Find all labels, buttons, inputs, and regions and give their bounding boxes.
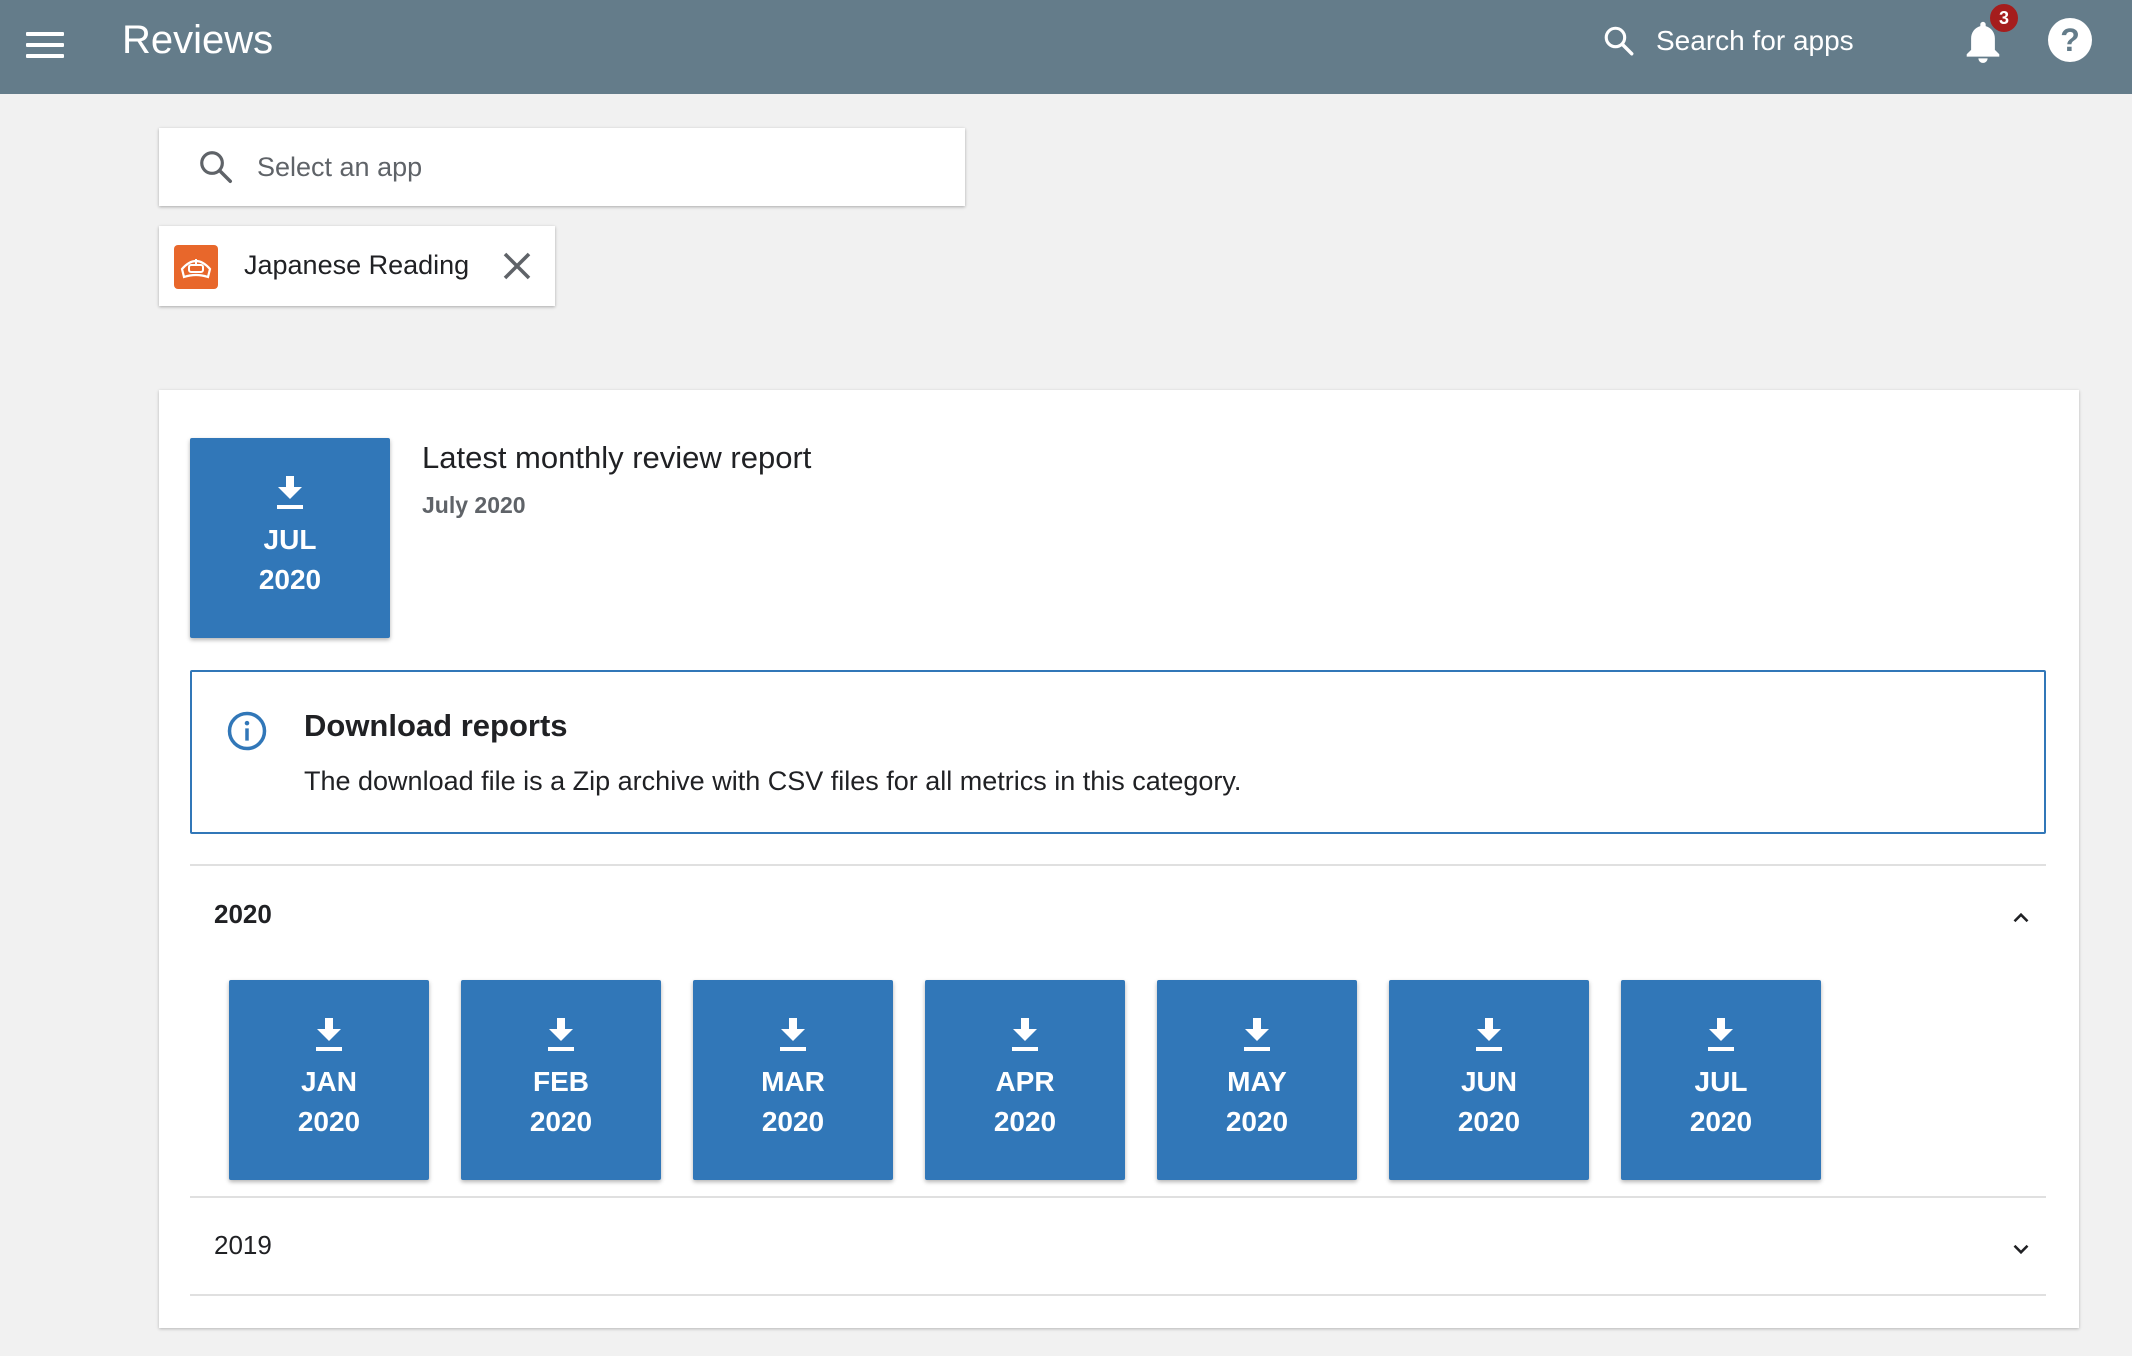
- selected-app-chip: Japanese Reading: [159, 226, 555, 306]
- download-info-banner: Download reports The download file is a …: [190, 670, 2046, 834]
- divider: [190, 864, 2046, 866]
- tile-month: JUN: [1460, 1066, 1517, 1097]
- remove-app-close-icon[interactable]: [499, 248, 535, 284]
- app-logo-icon: [174, 245, 218, 289]
- latest-report-date: July 2020: [422, 492, 526, 518]
- tile-year: 2020: [761, 1106, 825, 1137]
- info-title: Download reports: [304, 708, 568, 743]
- chevron-down-icon[interactable]: [2008, 1236, 2034, 1262]
- month-download-button-jul[interactable]: JUL 2020: [1621, 980, 1821, 1180]
- tile-month: MAR: [761, 1066, 825, 1097]
- download-icon: [780, 1018, 806, 1051]
- tile-month: JAN: [300, 1066, 357, 1097]
- help-icon[interactable]: ?: [2048, 18, 2092, 62]
- divider: [190, 1294, 2046, 1296]
- tile-year: 2020: [529, 1106, 593, 1137]
- download-icon: [1708, 1018, 1734, 1051]
- app-search-input[interactable]: [257, 151, 857, 183]
- month-download-button-mar[interactable]: MAR 2020: [693, 980, 893, 1180]
- month-download-button-feb[interactable]: FEB 2020: [461, 980, 661, 1180]
- month-download-button-jun[interactable]: JUN 2020: [1389, 980, 1589, 1180]
- info-description: The download file is a Zip archive with …: [304, 766, 1242, 796]
- download-icon: [1476, 1018, 1502, 1051]
- download-icon: [316, 1018, 342, 1051]
- tile-year: 2020: [1457, 1106, 1521, 1137]
- page-title: Reviews: [122, 18, 274, 62]
- top-app-bar: Reviews Search for apps 3 ?: [0, 0, 2132, 94]
- info-icon: [227, 711, 267, 751]
- search-icon: [1604, 26, 1634, 56]
- tile-year: 2020: [993, 1106, 1057, 1137]
- search-apps-button[interactable]: Search for apps: [1602, 16, 1854, 66]
- tile-month: APR: [995, 1066, 1055, 1097]
- selected-app-name: Japanese Reading: [244, 250, 470, 280]
- search-apps-label: Search for apps: [1656, 25, 1854, 56]
- download-icon: [1012, 1018, 1038, 1051]
- year-section-2020-header[interactable]: 2020: [190, 877, 2046, 957]
- year-section-2019-header[interactable]: 2019: [190, 1208, 2046, 1288]
- tile-month: MAY: [1227, 1066, 1287, 1097]
- download-icon: [277, 476, 303, 509]
- tile-month: FEB: [533, 1066, 589, 1097]
- month-download-button-apr[interactable]: APR 2020: [925, 980, 1125, 1180]
- month-download-button-may[interactable]: MAY 2020: [1157, 980, 1357, 1180]
- tile-year: 2020: [1689, 1106, 1753, 1137]
- year-label: 2019: [214, 1230, 272, 1260]
- notification-count-badge: 3: [1988, 2, 2020, 34]
- divider: [190, 1196, 2046, 1198]
- tile-year: 2020: [258, 564, 322, 595]
- tile-year: 2020: [1225, 1106, 1289, 1137]
- search-icon: [200, 151, 232, 183]
- tile-year: 2020: [297, 1106, 361, 1137]
- latest-report-download-button[interactable]: JUL 2020: [190, 438, 390, 638]
- tile-month: JUL: [1694, 1066, 1748, 1097]
- month-download-button-jan[interactable]: JAN 2020: [229, 980, 429, 1180]
- app-search-field[interactable]: [159, 128, 965, 206]
- reports-card: JUL 2020 Latest monthly review report Ju…: [159, 390, 2079, 1328]
- year-label: 2020: [214, 899, 272, 929]
- menu-icon[interactable]: [26, 22, 72, 68]
- chevron-up-icon[interactable]: [2008, 905, 2034, 931]
- latest-report-title: Latest monthly review report: [422, 440, 812, 475]
- download-icon: [548, 1018, 574, 1051]
- download-icon: [1244, 1018, 1270, 1051]
- tile-month: JUL: [263, 524, 317, 555]
